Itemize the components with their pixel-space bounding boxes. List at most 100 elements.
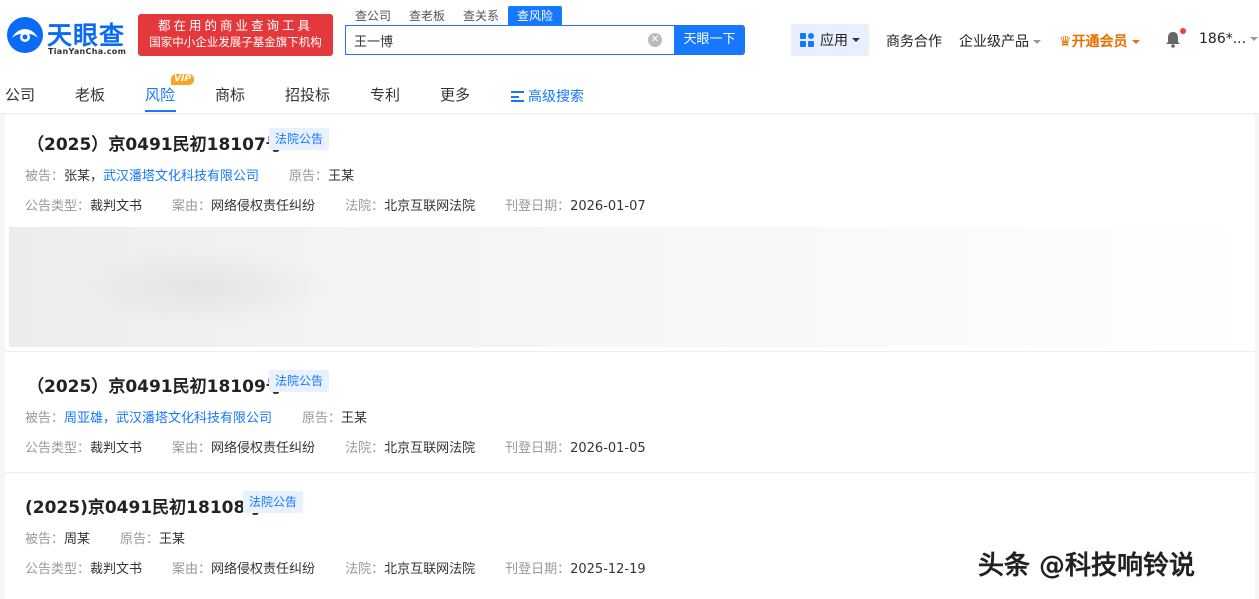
slogan-line2: 国家中小企业发展子基金旗下机构 [149,35,322,49]
court-label: 法院： [345,441,385,456]
category-nav: 公司 老板 风险 VIP 商标 招投标 专利 更多 高级搜索 [0,74,1259,114]
date-value: 2026-01-07 [570,199,646,214]
cause-label: 案由： [172,562,212,577]
brand-domain: TianYanCha.com [48,47,127,56]
cause-label: 案由： [172,441,212,456]
search-tab-boss[interactable]: 查老板 [400,6,454,26]
case-parties: 被告：张某，武汉潘塔文化科技有限公司 原告：王某 [25,165,354,184]
top-bar: 天眼查 TianYanCha.com 都在用的商业查询工具 国家中小企业发展子基… [0,0,1259,74]
court-label: 法院： [345,562,385,577]
plaintiff-name: 王某 [341,411,368,426]
user-phone: 186*... [1199,31,1247,47]
cause-value: 网络侵权责任纠纷 [211,199,316,214]
nav-boss[interactable]: 老板 [75,84,105,105]
plaintiff-name: 王某 [328,169,355,184]
case-tag: 法院公告 [243,491,304,513]
open-vip-label: 开通会员 [1071,34,1128,50]
defendant-label: 被告： [25,169,65,184]
nav-more[interactable]: 更多 [440,84,470,105]
case-meta: 公告类型：裁判文书 案由：网络侵权责任纠纷 法院：北京互联网法院 刊登日期：2026-… [25,195,646,214]
type-value: 裁判文书 [90,199,143,214]
date-label: 刊登日期： [505,441,571,456]
defendant-company-link[interactable]: 武汉潘塔文化科技有限公司 [103,169,259,184]
type-value: 裁判文书 [90,441,143,456]
search-tabs: 查公司 查老板 查关系 查风险 [346,6,563,26]
bell-icon[interactable] [1165,31,1181,48]
case-meta: 公告类型：裁判文书 案由：网络侵权责任纠纷 法院：北京互联网法院 刊登日期：2025-… [25,558,646,577]
user-menu[interactable]: 186*... [1199,31,1259,47]
date-value: 2025-12-19 [570,562,646,577]
filter-icon [511,91,524,102]
slogan-banner: 都在用的商业查询工具 国家中小企业发展子基金旗下机构 [138,14,333,56]
open-vip-link[interactable]: ♛开通会员 [1059,31,1140,51]
advanced-search-label: 高级搜索 [528,89,584,105]
search-tab-risk[interactable]: 查风险 [508,6,563,26]
defendant-company-link[interactable]: 周亚雄，武汉潘塔文化科技有限公司 [64,411,272,426]
search-input[interactable] [346,26,636,54]
case-parties: 被告：周亚雄，武汉潘塔文化科技有限公司 原告：王某 [25,407,367,426]
cause-label: 案由： [172,199,212,214]
results-list: （2025）京0491民初18107号 法院公告 被告：张某，武汉潘塔文化科技有… [5,115,1255,599]
case-title[interactable]: (2025)京0491民初18108号 [25,493,262,518]
slogan-line1: 都在用的商业查询工具 [157,18,313,33]
case-title[interactable]: （2025）京0491民初18109号 [27,372,283,397]
chevron-down-icon [1033,40,1041,44]
date-value: 2026-01-05 [570,441,646,456]
case-meta: 公告类型：裁判文书 案由：网络侵权责任纠纷 法院：北京互联网法院 刊登日期：2026-… [25,437,646,456]
enterprise-products-label: 企业级产品 [959,34,1029,50]
date-label: 刊登日期： [505,199,571,214]
defendant-label: 被告： [25,532,65,547]
nav-bidding[interactable]: 招投标 [285,84,330,105]
apps-label: 应用 [820,33,848,49]
apps-button[interactable]: 应用 [791,24,869,56]
nav-patent[interactable]: 专利 [370,84,400,105]
type-value: 裁判文书 [90,562,143,577]
type-label: 公告类型： [25,441,91,456]
enterprise-products-link[interactable]: 企业级产品 [959,31,1041,51]
advanced-search-link[interactable]: 高级搜索 [511,86,584,106]
plaintiff-label: 原告： [302,411,342,426]
nav-active-underline [145,110,176,112]
biz-cooperation-link[interactable]: 商务合作 [886,31,942,51]
case-card[interactable]: （2025）京0491民初18107号 法院公告 被告：张某，武汉潘塔文化科技有… [5,115,1255,352]
plaintiff-label: 原告： [289,169,329,184]
court-value: 北京互联网法院 [384,441,476,456]
logo-icon [7,17,43,53]
defendant-label: 被告： [25,411,65,426]
vip-badge: VIP [171,74,194,85]
type-label: 公告类型： [25,199,91,214]
court-value: 北京互联网法院 [384,199,476,214]
court-label: 法院： [345,199,385,214]
nav-risk[interactable]: 风险 [145,84,175,105]
chevron-down-icon [1250,37,1259,41]
cause-value: 网络侵权责任纠纷 [211,562,316,577]
search-button[interactable]: 天眼一下 [674,25,745,55]
case-parties: 被告：周某 原告：王某 [25,528,185,547]
clear-icon[interactable]: ✕ [648,33,662,47]
plaintiff-name: 王某 [159,532,186,547]
type-label: 公告类型： [25,562,91,577]
court-value: 北京互联网法院 [384,562,476,577]
cause-value: 网络侵权责任纠纷 [211,441,316,456]
chevron-down-icon [1131,40,1140,44]
blurred-region [9,227,1255,347]
case-card[interactable]: （2025）京0491民初18109号 法院公告 被告：周亚雄，武汉潘塔文化科技… [5,352,1255,473]
search-tab-relation[interactable]: 查关系 [454,6,508,26]
notification-dot [1180,28,1186,34]
apps-grid-icon [800,32,815,48]
nav-trademark[interactable]: 商标 [215,84,245,105]
defendant-name: 周某 [64,532,91,547]
chevron-down-icon [852,38,860,42]
case-tag: 法院公告 [269,128,330,150]
nav-company[interactable]: 公司 [5,84,35,105]
logo[interactable]: 天眼查 TianYanCha.com [6,16,132,58]
search-box: ✕ [345,25,675,55]
plaintiff-label: 原告： [120,532,160,547]
case-title[interactable]: （2025）京0491民初18107号 [27,130,283,155]
crown-icon: ♛ [1059,34,1072,50]
case-tag: 法院公告 [269,370,330,392]
search-tab-company[interactable]: 查公司 [346,6,400,26]
defendant-name: 张某， [64,169,104,184]
watermark: 头条 @科技响铃说 [978,551,1196,581]
date-label: 刊登日期： [505,562,571,577]
